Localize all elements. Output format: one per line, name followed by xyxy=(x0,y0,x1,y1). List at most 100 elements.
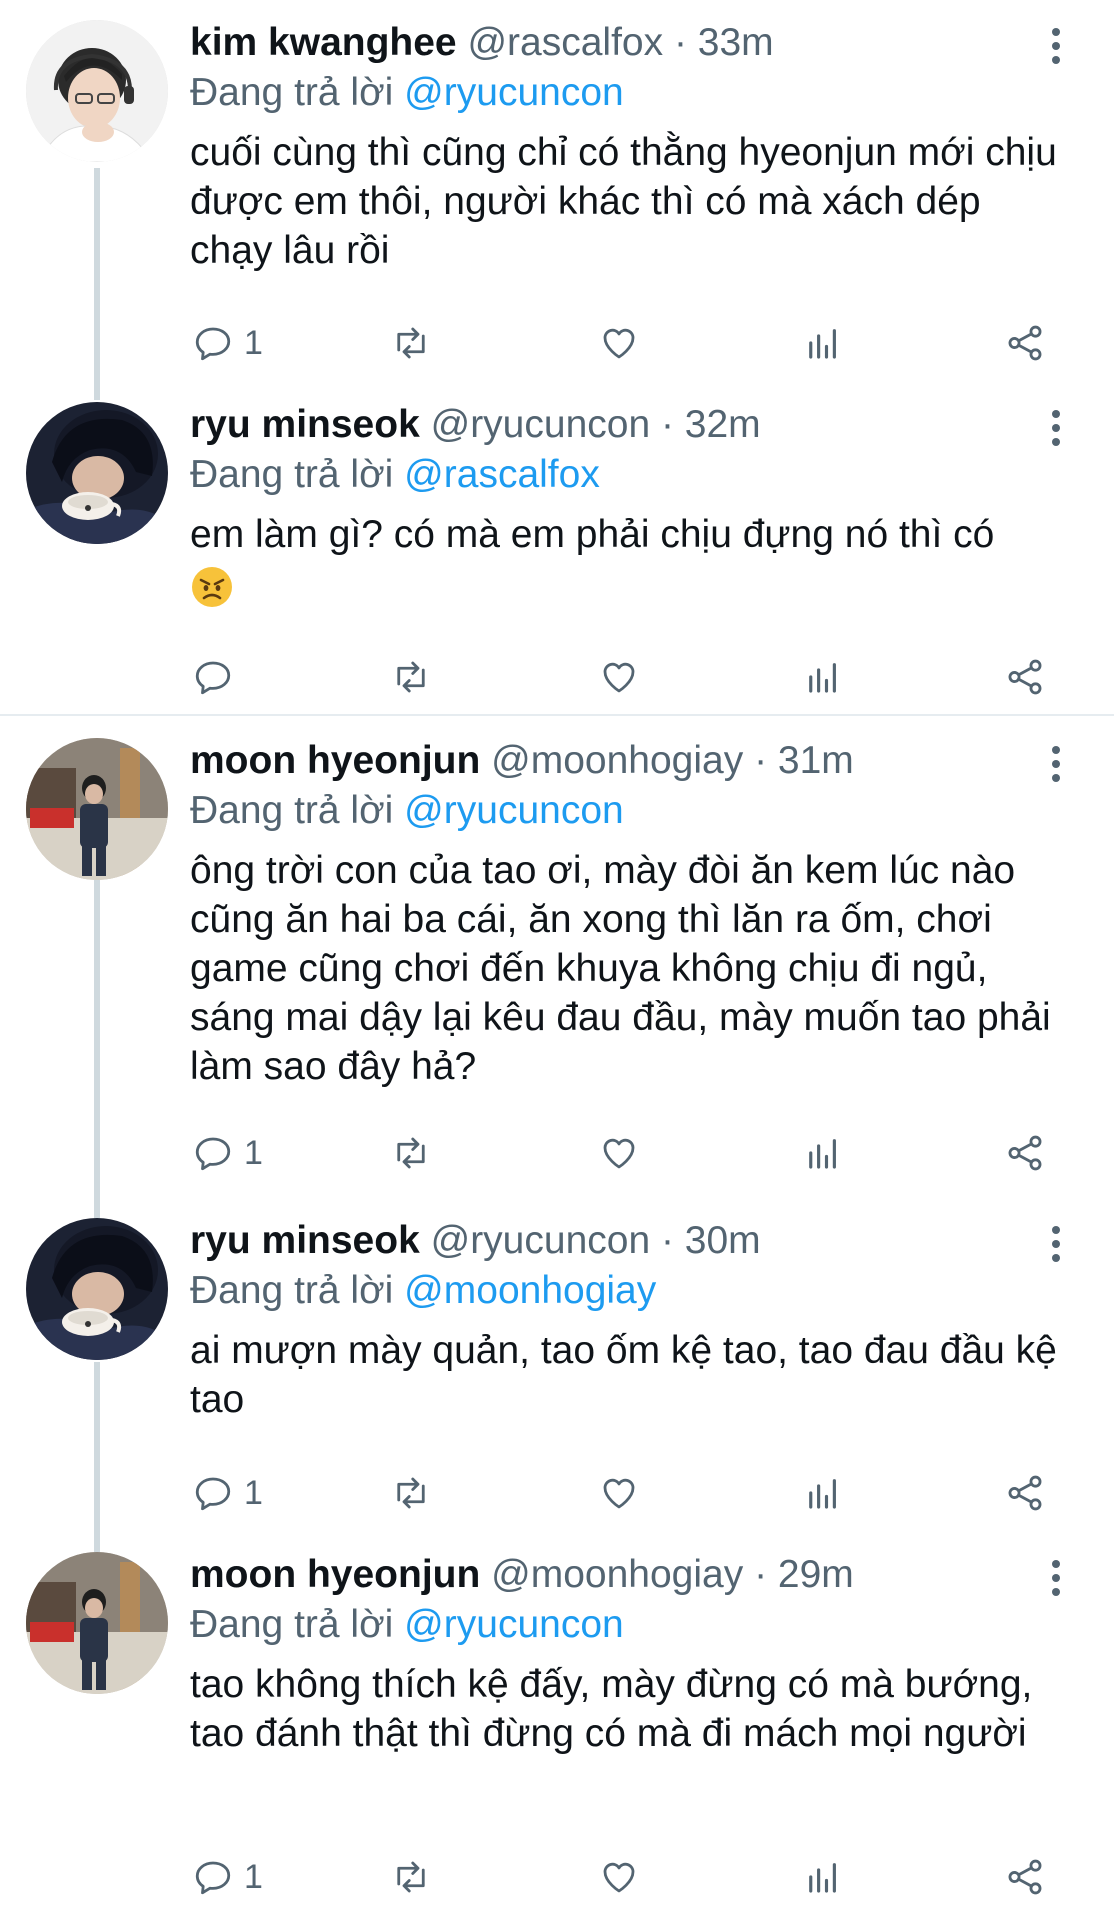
share-button[interactable] xyxy=(1004,318,1046,368)
replying-to-label: Đang trả lời xyxy=(190,453,394,496)
tweet[interactable]: kim kwanghee @rascalfox · 33m Đang trả l… xyxy=(0,18,1114,362)
tweet-text: ông trời con của tao ơi, mày đòi ăn kem … xyxy=(190,849,1051,1088)
user-handle[interactable]: @rascalfox xyxy=(467,21,663,64)
display-name[interactable]: moon hyeonjun xyxy=(190,739,480,782)
timestamp[interactable]: · 29m xyxy=(754,1553,854,1596)
replying-to-label: Đang trả lời xyxy=(190,1603,394,1646)
retweet-icon xyxy=(397,1861,425,1893)
views-button[interactable] xyxy=(802,318,844,368)
tweet-text: cuối cùng thì cũng chỉ có thằng hyeonjun… xyxy=(190,131,1057,272)
share-icon xyxy=(1008,1475,1042,1511)
display-name[interactable]: moon hyeonjun xyxy=(190,1553,480,1596)
tweet-text: em làm gì? có mà em phải chịu đựng nó th… xyxy=(190,510,1060,621)
user-handle[interactable]: @moonhogiay xyxy=(491,739,743,782)
reply-button[interactable]: 1 xyxy=(192,1852,263,1902)
reply-button[interactable]: 1 xyxy=(192,318,263,368)
views-icon xyxy=(809,1479,836,1509)
user-handle[interactable]: @moonhogiay xyxy=(491,1553,743,1596)
reply-button[interactable]: 1 xyxy=(192,1468,263,1518)
like-icon xyxy=(603,1478,635,1509)
timestamp[interactable]: · 30m xyxy=(661,1219,761,1262)
tweet-header: ryu minseok @ryucuncon · 32m xyxy=(190,400,1060,450)
retweet-button[interactable] xyxy=(390,1468,432,1518)
more-options-icon[interactable] xyxy=(1050,746,1062,786)
reply-button[interactable]: 1 xyxy=(192,1128,263,1178)
share-button[interactable] xyxy=(1004,652,1046,702)
reply-button[interactable] xyxy=(192,652,244,702)
mention-link[interactable]: @ryucuncon xyxy=(404,1603,624,1646)
mention-link[interactable]: @rascalfox xyxy=(404,453,600,496)
replying-to: Đang trả lời @ryucuncon xyxy=(190,786,1060,836)
like-button[interactable] xyxy=(598,1852,640,1902)
views-icon xyxy=(809,1863,836,1893)
reply-icon xyxy=(195,1137,231,1171)
retweet-button[interactable] xyxy=(390,652,432,702)
share-icon xyxy=(1008,325,1042,361)
tweet[interactable]: moon hyeonjun @moonhogiay · 29m Đang trả… xyxy=(0,1552,1114,1912)
retweet-icon xyxy=(397,661,425,693)
user-handle[interactable]: @ryucuncon xyxy=(431,403,651,446)
reply-icon xyxy=(195,327,231,361)
like-button[interactable] xyxy=(598,1468,640,1518)
tweet[interactable]: ryu minseok @ryucuncon · 32m Đang trả lờ… xyxy=(0,402,1114,702)
more-options-icon[interactable] xyxy=(1050,28,1062,68)
mention-link[interactable]: @moonhogiay xyxy=(404,1269,656,1312)
avatar[interactable] xyxy=(26,20,168,162)
more-options-icon[interactable] xyxy=(1050,1226,1062,1266)
timestamp[interactable]: · 31m xyxy=(754,739,854,782)
tweet-text-content: em làm gì? có mà em phải chịu đựng nó th… xyxy=(190,513,995,556)
tweet-header: moon hyeonjun @moonhogiay · 31m xyxy=(190,736,1060,786)
views-button[interactable] xyxy=(802,1128,844,1178)
share-button[interactable] xyxy=(1004,1468,1046,1518)
retweet-button[interactable] xyxy=(390,318,432,368)
retweet-icon xyxy=(397,1137,425,1169)
display-name[interactable]: ryu minseok xyxy=(190,403,420,446)
share-icon xyxy=(1008,1135,1042,1171)
tweet-actions: 1 xyxy=(190,1128,1070,1178)
retweet-button[interactable] xyxy=(390,1128,432,1178)
mention-link[interactable]: @ryucuncon xyxy=(404,789,624,832)
share-button[interactable] xyxy=(1004,1852,1046,1902)
display-name[interactable]: ryu minseok xyxy=(190,1219,420,1262)
avatar[interactable] xyxy=(26,1552,168,1694)
more-options-icon[interactable] xyxy=(1050,410,1062,450)
tweet-actions: 1 xyxy=(190,318,1070,368)
share-icon xyxy=(1008,659,1042,695)
replying-to: Đang trả lời @moonhogiay xyxy=(190,1266,1060,1316)
retweet-button[interactable] xyxy=(390,1852,432,1902)
views-icon xyxy=(809,329,836,359)
replying-to-label: Đang trả lời xyxy=(190,789,394,832)
like-icon xyxy=(603,1862,635,1893)
avatar[interactable] xyxy=(26,738,168,880)
views-button[interactable] xyxy=(802,1852,844,1902)
views-icon xyxy=(809,663,836,693)
replying-to: Đang trả lời @ryucuncon xyxy=(190,1600,1060,1650)
replying-to-label: Đang trả lời xyxy=(190,71,394,114)
tweet-text: tao không thích kệ đấy, mày đừng có mà b… xyxy=(190,1663,1033,1755)
display-name[interactable]: kim kwanghee xyxy=(190,21,457,64)
reply-count: 1 xyxy=(244,1857,263,1896)
share-button[interactable] xyxy=(1004,1128,1046,1178)
like-icon xyxy=(603,328,635,359)
timestamp[interactable]: · 33m xyxy=(674,21,774,64)
mention-link[interactable]: @ryucuncon xyxy=(404,71,624,114)
like-icon xyxy=(603,1138,635,1169)
views-button[interactable] xyxy=(802,652,844,702)
more-options-icon[interactable] xyxy=(1050,1560,1062,1600)
timestamp[interactable]: · 32m xyxy=(661,403,761,446)
avatar[interactable] xyxy=(26,1218,168,1360)
tweet[interactable]: ryu minseok @ryucuncon · 30m Đang trả lờ… xyxy=(0,1218,1114,1518)
user-handle[interactable]: @ryucuncon xyxy=(431,1219,651,1262)
share-icon xyxy=(1008,1859,1042,1895)
like-icon xyxy=(603,662,635,693)
like-button[interactable] xyxy=(598,318,640,368)
reply-icon xyxy=(195,661,231,695)
tweet-actions xyxy=(190,652,1070,702)
like-button[interactable] xyxy=(598,652,640,702)
tweet-header: kim kwanghee @rascalfox · 33m xyxy=(190,18,1060,68)
views-button[interactable] xyxy=(802,1468,844,1518)
avatar[interactable] xyxy=(26,402,168,544)
like-button[interactable] xyxy=(598,1128,640,1178)
tweet[interactable]: moon hyeonjun @moonhogiay · 31m Đang trả… xyxy=(0,736,1114,1172)
retweet-icon xyxy=(397,1477,425,1509)
